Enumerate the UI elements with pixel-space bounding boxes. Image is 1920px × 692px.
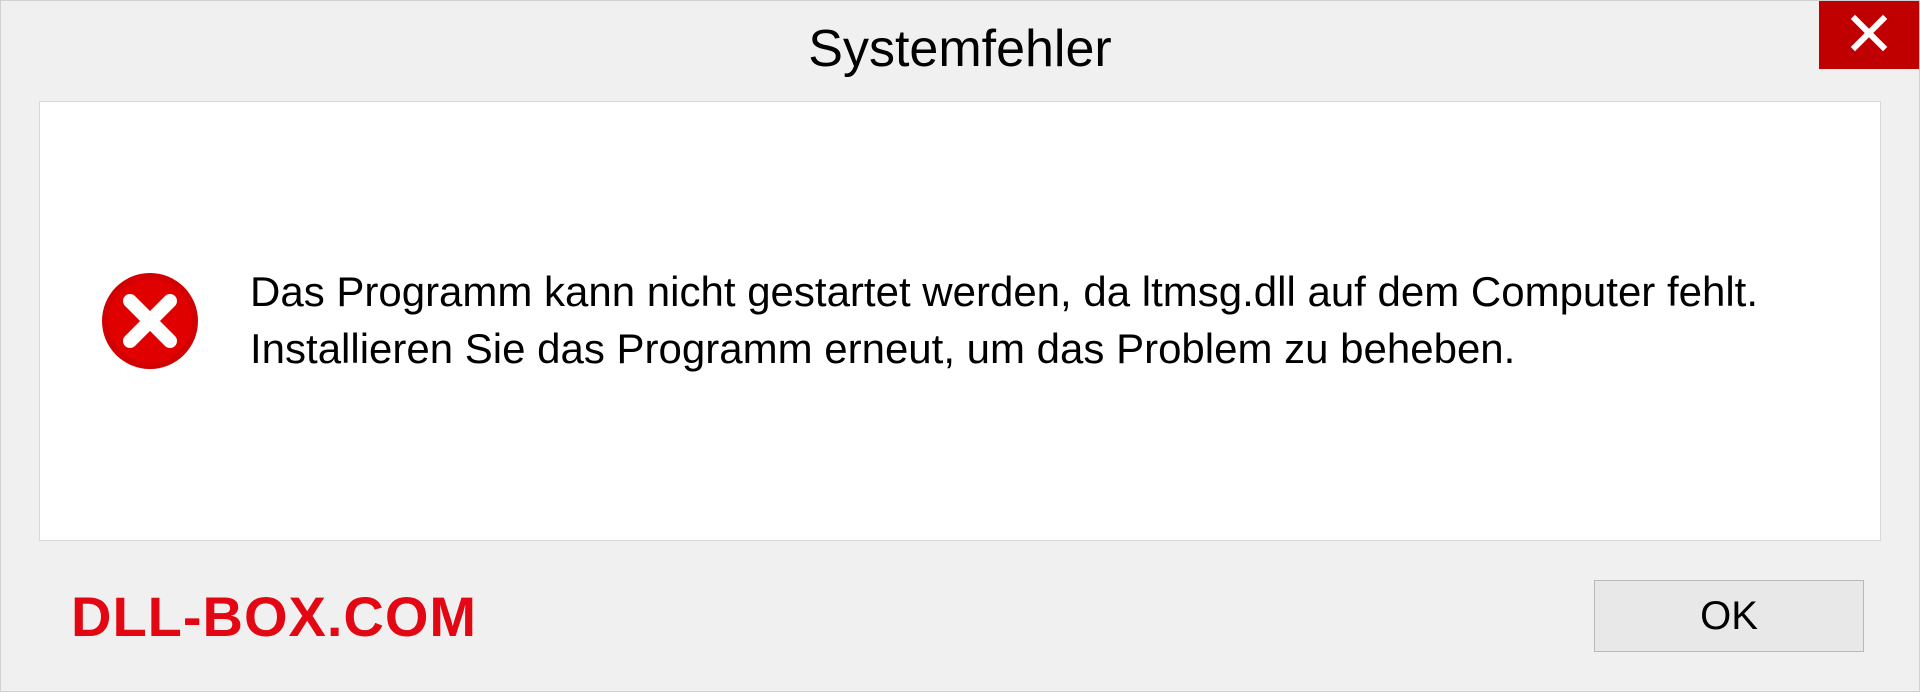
error-message: Das Programm kann nicht gestartet werden… xyxy=(250,264,1820,377)
titlebar: Systemfehler xyxy=(1,1,1919,91)
error-dialog: Systemfehler Das Programm kann nicht ges… xyxy=(0,0,1920,692)
watermark-text: DLL-BOX.COM xyxy=(71,584,477,649)
ok-button[interactable]: OK xyxy=(1594,580,1864,652)
dialog-title: Systemfehler xyxy=(808,19,1111,79)
dialog-footer: DLL-BOX.COM OK xyxy=(1,541,1919,691)
close-button[interactable] xyxy=(1819,1,1919,69)
error-icon xyxy=(100,271,200,371)
close-icon xyxy=(1849,13,1889,58)
content-area: Das Programm kann nicht gestartet werden… xyxy=(39,101,1881,541)
